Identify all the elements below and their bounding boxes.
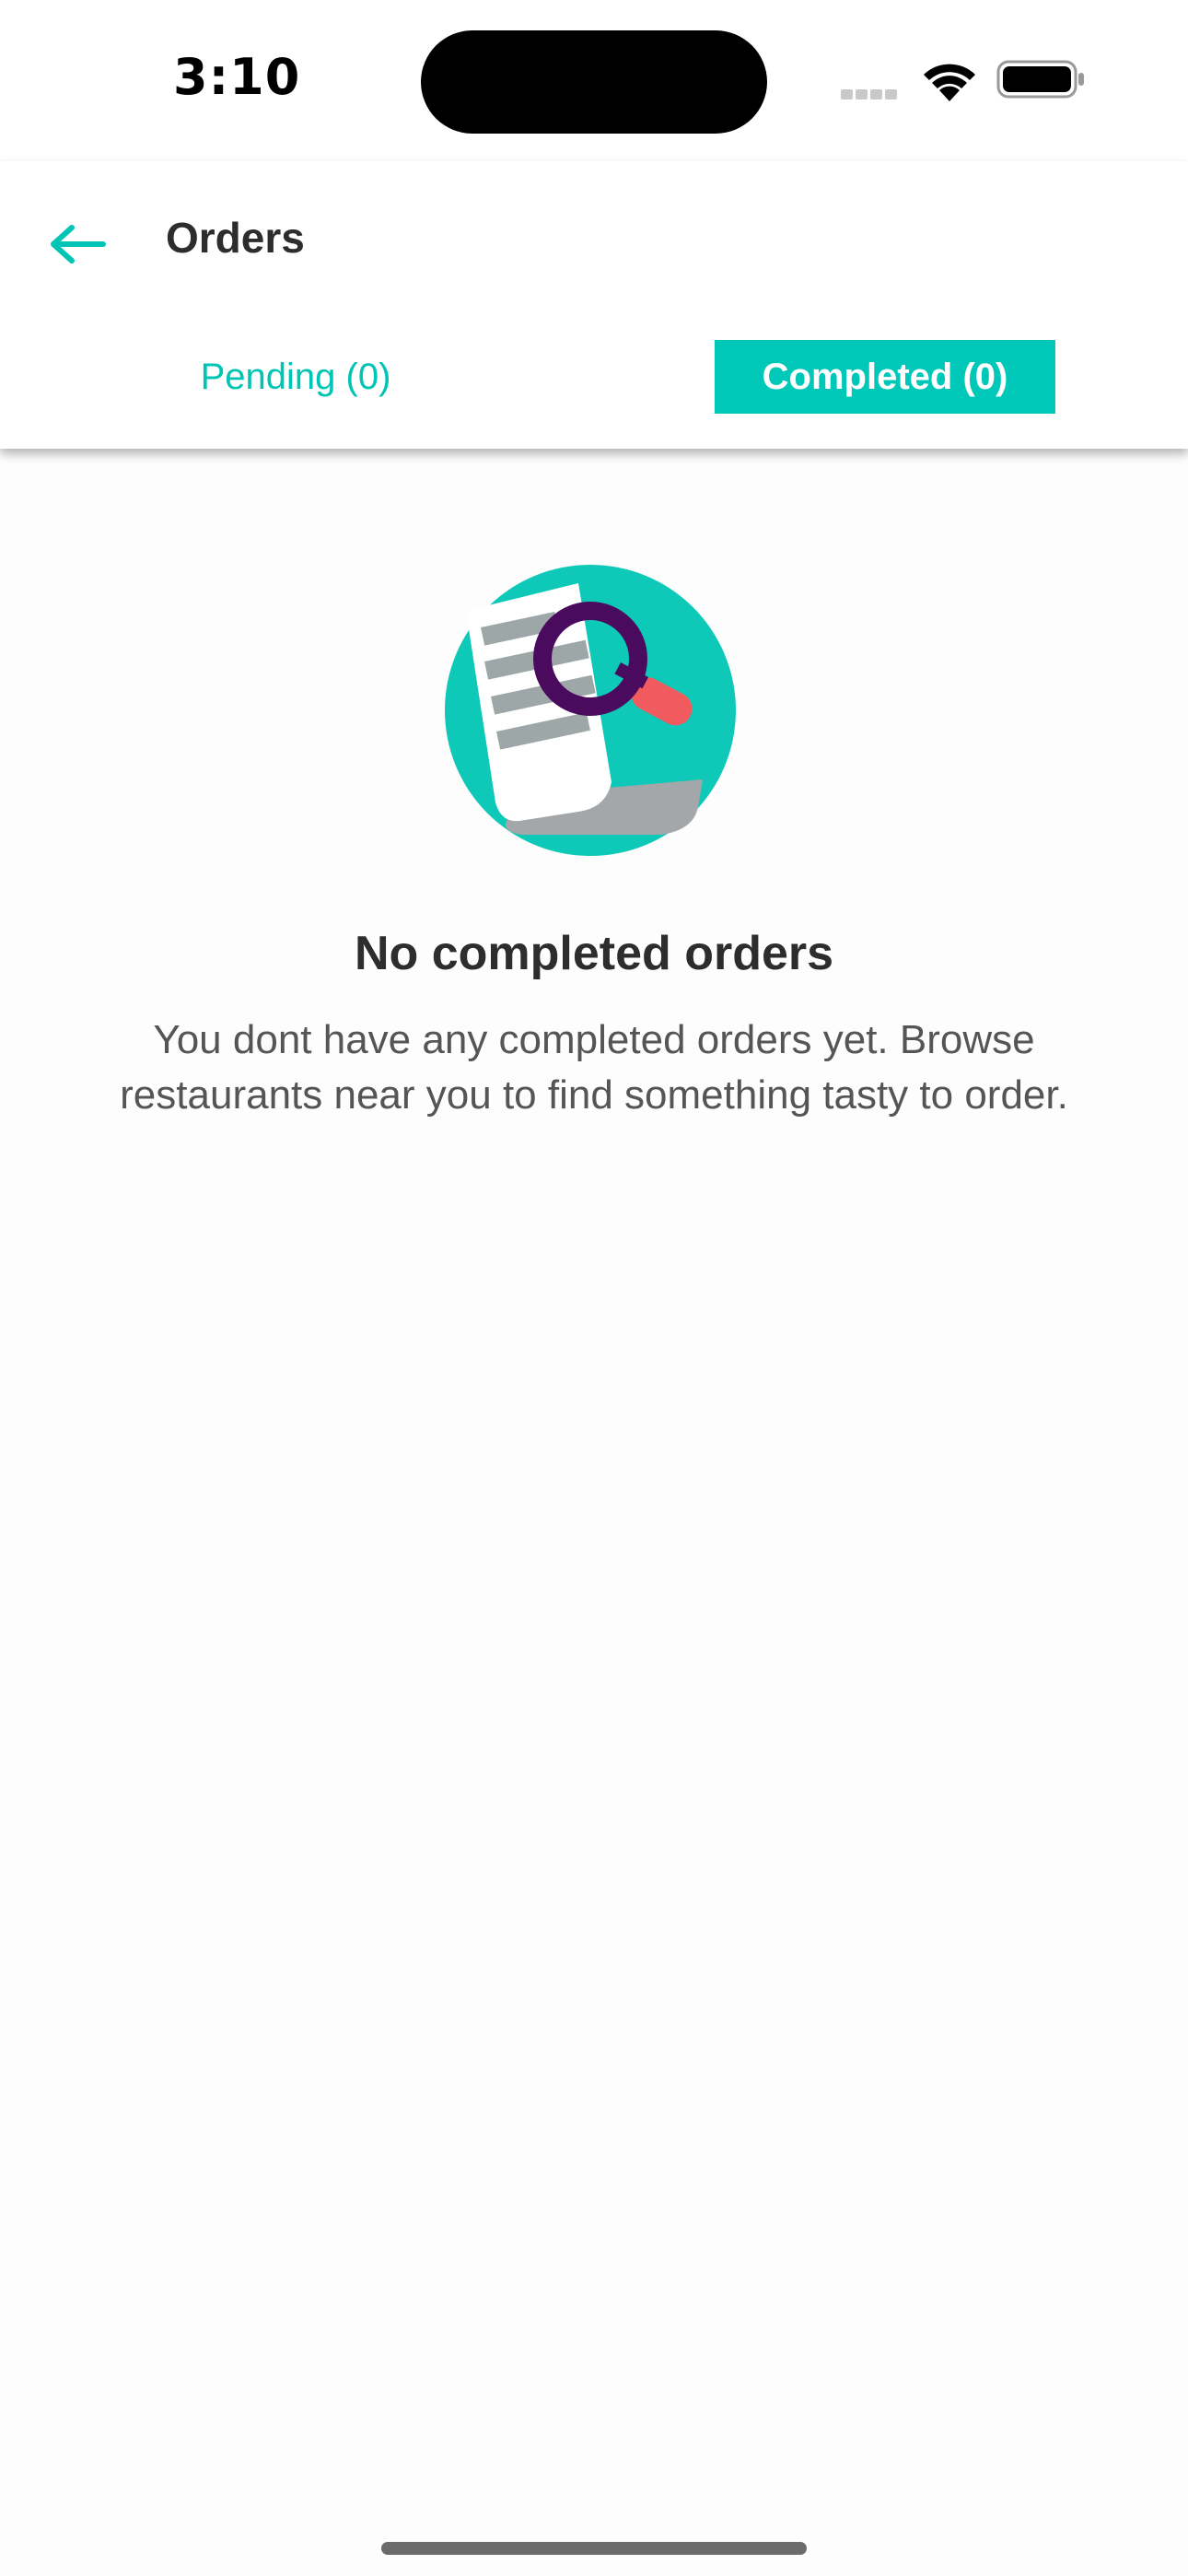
dynamic-island	[421, 30, 767, 134]
app-header: Orders Pending (0) Completed (0)	[0, 161, 1188, 449]
tab-pending[interactable]: Pending (0)	[164, 340, 427, 414]
back-button[interactable]	[41, 207, 114, 281]
wifi-icon	[924, 64, 975, 101]
receipt-magnifier-illustration	[445, 565, 736, 856]
status-bar: 3:10	[0, 0, 1188, 161]
home-indicator[interactable]	[381, 2542, 807, 2555]
status-time: 3:10	[173, 48, 301, 106]
battery-icon	[996, 60, 1084, 99]
orders-screen: 3:10 Orders Pending (0) Completed (0) No…	[0, 0, 1188, 2576]
empty-state-message: You dont have any completed orders yet. …	[120, 1017, 1068, 1118]
page-title: Orders	[166, 214, 305, 262]
cellular-signal-icon	[841, 88, 905, 100]
arrow-left-icon	[51, 225, 106, 263]
tab-completed[interactable]: Completed (0)	[715, 340, 1055, 414]
empty-state-title: No completed orders	[354, 927, 834, 980]
